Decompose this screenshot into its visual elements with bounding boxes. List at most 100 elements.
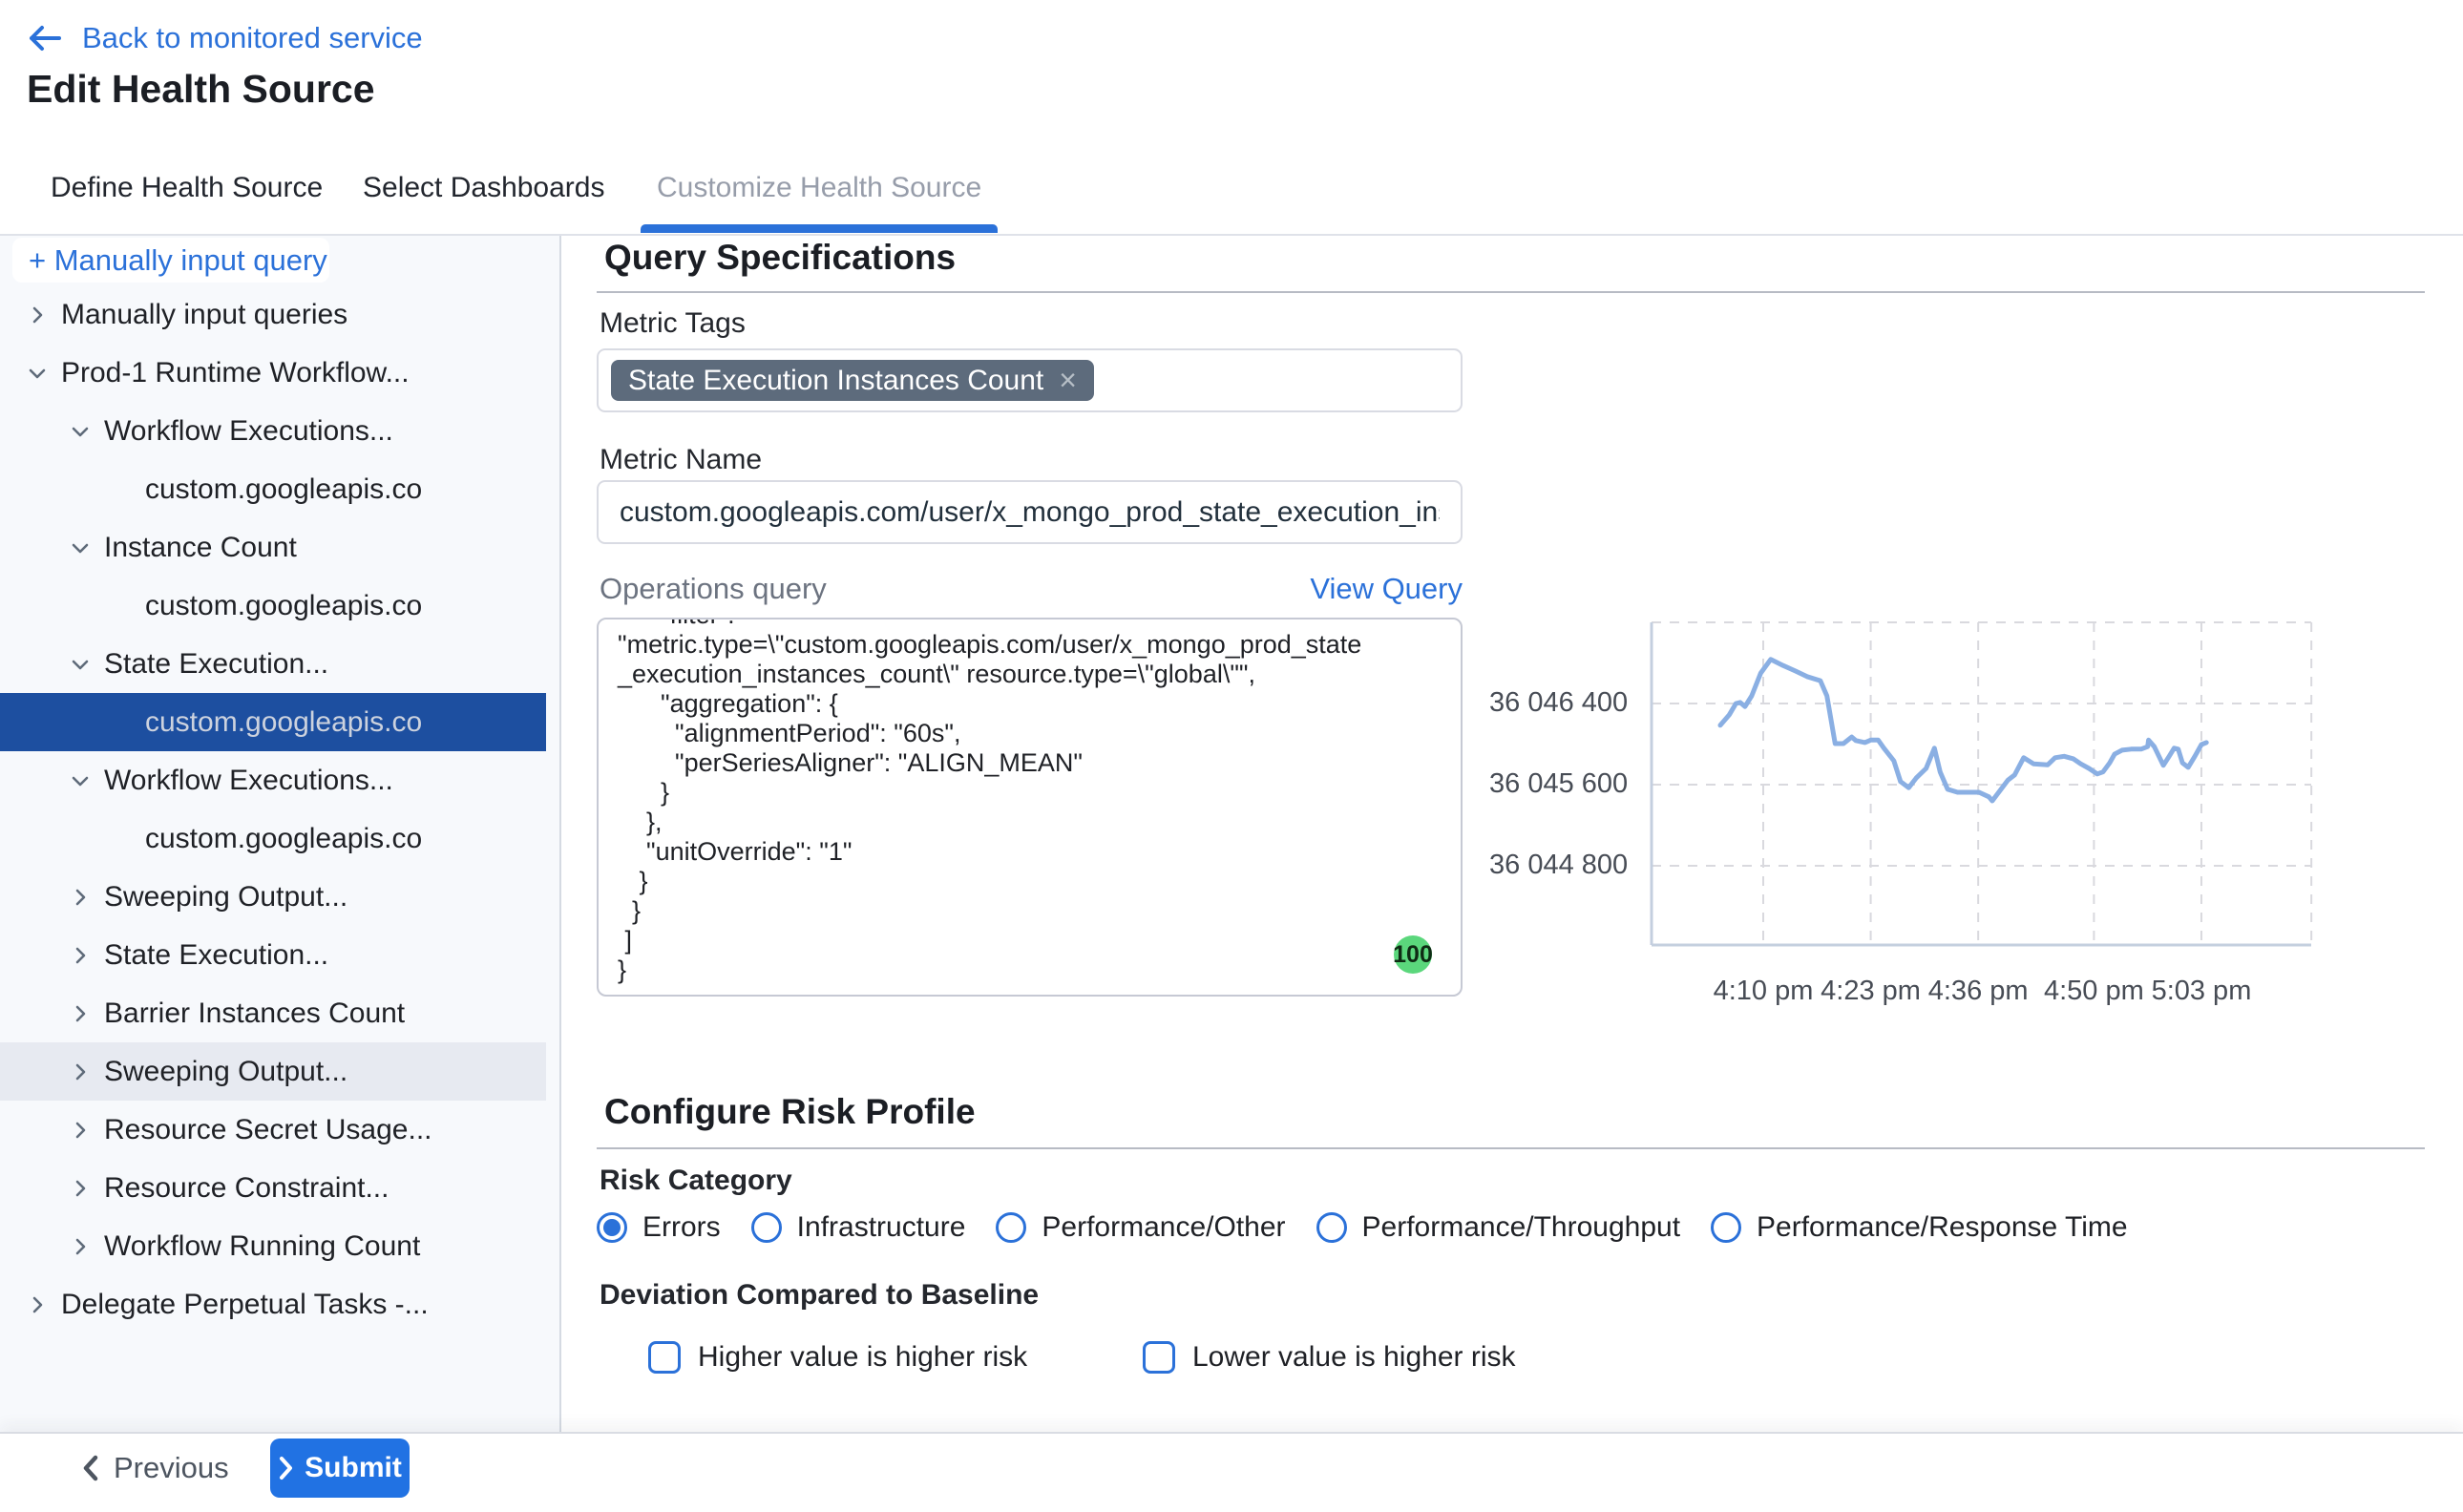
- deviation-label: Deviation Compared to Baseline: [600, 1279, 1039, 1312]
- previous-button[interactable]: Previous: [81, 1451, 229, 1485]
- chevron-right-icon[interactable]: [69, 1060, 92, 1083]
- checkbox-label: Lower value is higher risk: [1192, 1341, 1515, 1374]
- metric-tag-chip[interactable]: State Execution Instances Count ×: [611, 360, 1094, 401]
- tree-item-label: State Execution...: [104, 939, 328, 972]
- chart-canvas: [1489, 603, 2387, 1033]
- metric-tags-label: Metric Tags: [600, 307, 746, 340]
- radio-icon[interactable]: [1711, 1212, 1741, 1243]
- tree-item-custom-googleapis-co[interactable]: custom.googleapis.co: [0, 577, 561, 635]
- tree-item-label: Workflow Executions...: [104, 415, 393, 448]
- back-arrow-icon: [27, 24, 61, 52]
- risk-category-radio-group: Errors Infrastructure Performance/Other …: [597, 1211, 2128, 1244]
- chevron-down-icon[interactable]: [69, 653, 92, 676]
- tree-item-barrier-instances-count[interactable]: Barrier Instances Count: [0, 984, 561, 1042]
- tree-item-label: Resource Secret Usage...: [104, 1114, 432, 1146]
- checkbox-icon[interactable]: [1143, 1341, 1175, 1374]
- metric-tag-chip-label: State Execution Instances Count: [628, 365, 1043, 397]
- tree-item-label: custom.googleapis.co: [145, 823, 424, 855]
- tree-item-label: Sweeping Output...: [104, 881, 347, 914]
- chevron-down-icon[interactable]: [69, 769, 92, 792]
- operations-query-label: Operations query: [600, 572, 827, 606]
- tree-item-label: custom.googleapis.co: [145, 590, 424, 622]
- chevron-right-icon[interactable]: [26, 304, 49, 326]
- back-link-label: Back to monitored service: [82, 21, 423, 55]
- risk-category-infrastructure[interactable]: Infrastructure: [751, 1211, 966, 1244]
- submit-button[interactable]: Submit: [270, 1438, 410, 1498]
- tree-item-custom-googleapis-co[interactable]: custom.googleapis.co: [0, 460, 561, 518]
- tab-customize-health-source[interactable]: Customize Health Source: [657, 172, 981, 204]
- tree-item-resource-secret-usage[interactable]: Resource Secret Usage...: [0, 1101, 561, 1159]
- operations-query-row: Operations query View Query: [600, 572, 1463, 606]
- chevron-right-icon[interactable]: [69, 1119, 92, 1142]
- tree-item-label: Resource Constraint...: [104, 1172, 389, 1205]
- risk-category-label: Risk Category: [600, 1165, 792, 1197]
- chevron-right-icon[interactable]: [69, 1002, 92, 1025]
- metric-tags-input[interactable]: State Execution Instances Count ×: [597, 348, 1463, 412]
- tree-item-custom-googleapis-co[interactable]: custom.googleapis.co: [0, 693, 546, 751]
- radio-label: Performance/Throughput: [1362, 1211, 1681, 1244]
- radio-icon[interactable]: [751, 1212, 782, 1243]
- main-panel: Query Specifications Metric Tags State E…: [561, 236, 2463, 1432]
- chevron-right-icon[interactable]: [69, 1177, 92, 1200]
- view-query-link[interactable]: View Query: [1310, 572, 1463, 606]
- chevron-right-icon[interactable]: [69, 1235, 92, 1258]
- tree-item-state-execution[interactable]: State Execution...: [0, 926, 561, 984]
- risk-category-performance-response-time[interactable]: Performance/Response Time: [1711, 1211, 2128, 1244]
- tree-item-sweeping-output[interactable]: Sweeping Output...: [0, 868, 561, 926]
- chevron-right-icon[interactable]: [69, 944, 92, 967]
- tree-item-label: Prod-1 Runtime Workflow...: [61, 357, 410, 389]
- add-manual-query-button[interactable]: + Manually input query: [12, 238, 329, 283]
- risk-category-errors[interactable]: Errors: [597, 1211, 721, 1244]
- chevron-down-icon[interactable]: [26, 362, 49, 385]
- y-axis-tick-label: 36 046 400: [1489, 687, 1623, 719]
- wizard-footer: Previous Submit: [0, 1432, 2463, 1512]
- tree-item-label: custom.googleapis.co: [145, 706, 424, 739]
- chevron-down-icon[interactable]: [69, 536, 92, 559]
- checkbox-label: Higher value is higher risk: [698, 1341, 1027, 1374]
- section-divider: [597, 291, 2425, 293]
- chevron-down-icon[interactable]: [69, 420, 92, 443]
- radio-label: Errors: [642, 1211, 721, 1244]
- radio-label: Performance/Other: [1042, 1211, 1285, 1244]
- tree-item-state-execution[interactable]: State Execution...: [0, 635, 561, 693]
- tree-item-instance-count[interactable]: Instance Count: [0, 518, 561, 577]
- tree-item-label: State Execution...: [104, 648, 328, 681]
- radio-label: Infrastructure: [797, 1211, 966, 1244]
- y-axis-tick-label: 36 045 600: [1489, 768, 1623, 800]
- radio-icon[interactable]: [597, 1212, 627, 1243]
- active-tab-underline: [641, 224, 998, 233]
- tree-item-delegate-perpetual-tasks[interactable]: Delegate Perpetual Tasks -...: [0, 1275, 561, 1334]
- tree-item-manually-input-queries[interactable]: Manually input queries: [0, 285, 561, 344]
- deviation-option-higher-value-is-higher-risk[interactable]: Higher value is higher risk: [648, 1341, 1027, 1374]
- checkbox-icon[interactable]: [648, 1341, 681, 1374]
- tree-item-workflow-running-count[interactable]: Workflow Running Count: [0, 1217, 561, 1275]
- operations-query-textarea[interactable]: "filter": "metric.type=\"custom.googleap…: [597, 618, 1463, 997]
- risk-category-performance-other[interactable]: Performance/Other: [996, 1211, 1285, 1244]
- tab-select-dashboards[interactable]: Select Dashboards: [363, 172, 604, 204]
- radio-icon[interactable]: [996, 1212, 1026, 1243]
- query-specifications-title: Query Specifications: [604, 238, 956, 278]
- metric-name-input[interactable]: [597, 480, 1463, 544]
- y-axis-tick-label: 36 044 800: [1489, 850, 1623, 881]
- risk-category-performance-throughput[interactable]: Performance/Throughput: [1316, 1211, 1681, 1244]
- tree-item-resource-constraint[interactable]: Resource Constraint...: [0, 1159, 561, 1217]
- tree-item-label: custom.googleapis.co: [145, 473, 424, 506]
- tree-item-label: Workflow Executions...: [104, 765, 393, 797]
- chip-remove-icon[interactable]: ×: [1059, 363, 1077, 398]
- tree-item-prod-1-runtime-workflow[interactable]: Prod-1 Runtime Workflow...: [0, 344, 561, 402]
- metric-line-series: [1720, 660, 2206, 801]
- tree-item-custom-googleapis-co[interactable]: custom.googleapis.co: [0, 809, 561, 868]
- deviation-option-lower-value-is-higher-risk[interactable]: Lower value is higher risk: [1143, 1341, 1515, 1374]
- tab-define-health-source[interactable]: Define Health Source: [51, 172, 323, 204]
- tree-item-label: Barrier Instances Count: [104, 998, 405, 1030]
- chevron-right-icon[interactable]: [26, 1293, 49, 1316]
- page-title: Edit Health Source: [27, 67, 375, 112]
- tree-item-workflow-executions[interactable]: Workflow Executions...: [0, 402, 561, 460]
- tree-item-workflow-executions[interactable]: Workflow Executions...: [0, 751, 561, 809]
- tree-item-sweeping-output[interactable]: Sweeping Output...: [0, 1042, 546, 1101]
- metric-preview-chart: 36 046 40036 045 60036 044 800 4:10 pm4:…: [1489, 603, 2387, 1033]
- chevron-right-icon[interactable]: [69, 886, 92, 909]
- radio-icon[interactable]: [1316, 1212, 1347, 1243]
- tree-item-label: Sweeping Output...: [104, 1056, 347, 1088]
- back-to-monitored-service-link[interactable]: Back to monitored service: [27, 21, 423, 55]
